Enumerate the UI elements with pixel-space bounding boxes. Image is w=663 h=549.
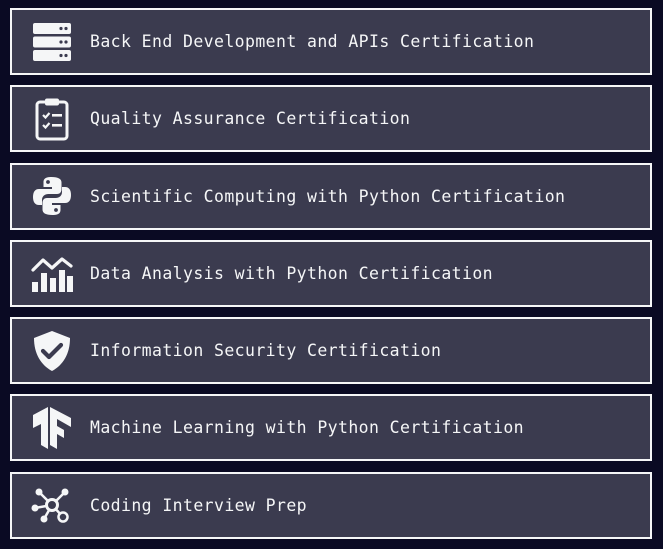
server-icon [30,20,74,64]
algorithm-nodes-icon [30,483,74,527]
tensorflow-icon [30,406,74,450]
cert-item-label: Back End Development and APIs Certificat… [90,32,535,51]
chart-trend-icon [30,251,74,295]
python-icon [30,174,74,218]
cert-item-coding-interview-prep[interactable]: Coding Interview Prep [10,471,652,539]
cert-item-information-security[interactable]: Information Security Certification [10,317,652,385]
cert-item-label: Machine Learning with Python Certificati… [90,418,525,438]
cert-item-quality-assurance[interactable]: Quality Assurance Certification [10,85,652,153]
cert-item-label: Data Analysis with Python Certification [90,263,494,283]
cert-item-data-analysis-python[interactable]: Data Analysis with Python Certification [10,239,652,307]
cert-item-machine-learning-python[interactable]: Machine Learning with Python Certificati… [10,394,652,462]
cert-item-label: Information Security Certification [90,341,442,361]
shield-check-icon [30,329,74,373]
cert-item-label: Scientific Computing with Python Certifi… [90,186,566,206]
cert-item-back-end-apis[interactable]: Back End Development and APIs Certificat… [10,8,652,75]
cert-item-label: Coding Interview Prep [90,495,308,515]
cert-item-scientific-computing-python[interactable]: Scientific Computing with Python Certifi… [10,162,652,230]
cert-item-label: Quality Assurance Certification [90,109,411,129]
clipboard-checklist-icon [30,97,74,141]
certification-list: Back End Development and APIs Certificat… [10,8,652,549]
